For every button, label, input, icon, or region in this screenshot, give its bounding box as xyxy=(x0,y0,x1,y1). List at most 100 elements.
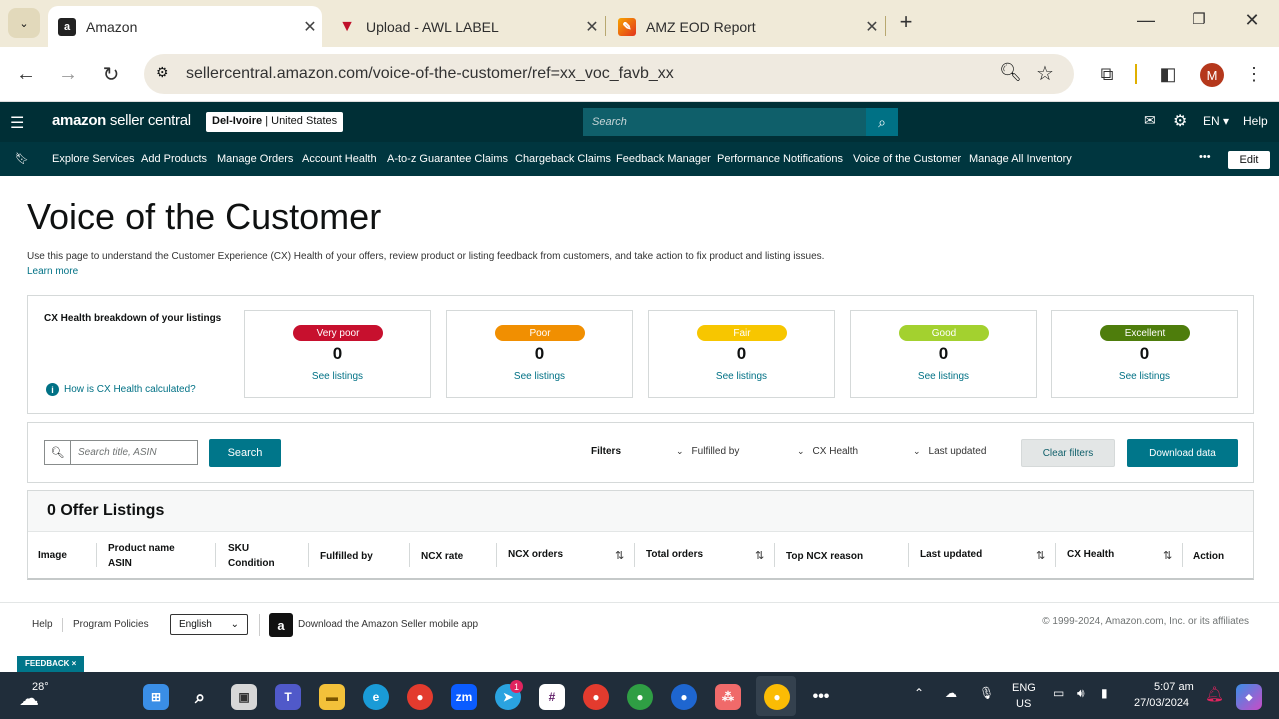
cx-health-title: CX Health breakdown of your listings xyxy=(44,313,222,324)
header-search-input[interactable]: Search xyxy=(583,108,866,136)
chevron-up-icon[interactable]: ⌃ xyxy=(914,686,924,700)
back-arrow-icon[interactable]: ← xyxy=(13,61,39,87)
sort-icon[interactable]: ⇅ xyxy=(1036,549,1045,562)
feedback-button[interactable]: FEEDBACK × xyxy=(17,656,85,672)
tab-amazon[interactable]: a Amazon ✕ xyxy=(48,6,322,47)
chrome-profile-icon[interactable]: ● xyxy=(671,684,697,710)
language-top[interactable]: ENG xyxy=(1012,682,1036,694)
sort-icon[interactable]: ⇅ xyxy=(755,549,764,562)
profile-avatar[interactable]: M xyxy=(1200,63,1224,87)
learn-more-link[interactable]: Learn more xyxy=(27,266,78,277)
task-view-icon[interactable]: ▣ xyxy=(231,684,257,710)
new-tab-button[interactable]: + xyxy=(891,9,921,35)
file-explorer-icon[interactable]: ▬ xyxy=(319,684,345,710)
bookmark-icon[interactable]: 🔖︎ xyxy=(15,152,29,165)
bookmark-star-icon[interactable]: ☆ xyxy=(1036,61,1054,86)
menu-kebab-icon[interactable]: ⋮ xyxy=(1241,61,1267,87)
tab-divider xyxy=(605,16,606,36)
program-policies-link[interactable]: Program Policies xyxy=(73,619,149,630)
footer-help-link[interactable]: Help xyxy=(32,619,53,630)
download-app-link[interactable]: Download the Amazon Seller mobile app xyxy=(298,619,478,630)
tab-search-chevron-icon[interactable]: ⌄ xyxy=(8,8,40,38)
cx-health-help-link[interactable]: i How is CX Health calculated? xyxy=(46,383,196,396)
teams-icon[interactable]: T xyxy=(275,684,301,710)
clock-date[interactable]: 27/03/2024 xyxy=(1134,697,1189,709)
fulfilled-by-filter[interactable]: ⌄ Fulfilled by xyxy=(676,446,739,457)
close-tab-icon[interactable]: ✕ xyxy=(860,17,884,37)
zoom-icon[interactable]: 🔍︎ xyxy=(999,62,1022,83)
chevron-down-icon: ⌄ xyxy=(230,619,239,630)
windows-start-icon[interactable]: ⊞ xyxy=(143,684,169,710)
edge-icon[interactable]: e xyxy=(363,684,389,710)
microphone-icon[interactable]: 🎙︎ xyxy=(979,686,994,700)
see-listings-link[interactable]: See listings xyxy=(447,371,632,382)
address-bar[interactable]: ⚙ sellercentral.amazon.com/voice-of-the-… xyxy=(144,54,1074,94)
clock-time[interactable]: 5:07 am xyxy=(1154,681,1194,693)
seller-central-logo[interactable]: amazon seller central xyxy=(52,112,191,129)
see-listings-link[interactable]: See listings xyxy=(851,371,1036,382)
clear-filters-button[interactable]: Clear filters xyxy=(1021,439,1115,467)
minimize-icon[interactable]: — xyxy=(1131,10,1161,31)
zoom-app-icon[interactable]: zm xyxy=(451,684,477,710)
chrome-icon[interactable]: ● xyxy=(407,684,433,710)
nav-manage-orders[interactable]: Manage Orders xyxy=(217,153,293,165)
chevron-down-icon: ⌄ xyxy=(797,446,805,456)
battery-icon[interactable]: ▮ xyxy=(1101,686,1108,700)
see-listings-link[interactable]: See listings xyxy=(245,371,430,382)
more-apps-icon[interactable]: ••• xyxy=(808,684,834,710)
mail-icon[interactable]: ✉ xyxy=(1144,112,1156,129)
slack-icon[interactable]: # xyxy=(539,684,565,710)
notification-bell-icon[interactable]: 🔔︎ xyxy=(1205,685,1224,703)
tab-awl-label[interactable]: ▼ Upload - AWL LABEL ✕ xyxy=(328,6,604,47)
see-listings-link[interactable]: See listings xyxy=(649,371,834,382)
hamburger-menu-icon[interactable]: ☰ xyxy=(10,113,24,133)
cloud-icon[interactable]: ☁ xyxy=(945,686,957,700)
chrome-profile-icon[interactable]: ● xyxy=(627,684,653,710)
nav-voice-of-customer[interactable]: Voice of the Customer xyxy=(853,153,961,165)
nav-chargeback-claims[interactable]: Chargeback Claims xyxy=(515,153,611,165)
extensions-icon[interactable]: ⧉ xyxy=(1094,61,1120,87)
nav-add-products[interactable]: Add Products xyxy=(141,153,207,165)
nav-manage-inventory[interactable]: Manage All Inventory xyxy=(969,153,1072,165)
close-window-icon[interactable]: ✕ xyxy=(1237,10,1267,31)
search-button[interactable]: Search xyxy=(209,439,281,467)
close-tab-icon[interactable]: ✕ xyxy=(298,17,322,37)
copilot-icon[interactable]: ◆ xyxy=(1236,684,1262,710)
tab-amz-eod-report[interactable]: ✎ AMZ EOD Report ✕ xyxy=(608,6,884,47)
nav-explore-services[interactable]: Explore Services xyxy=(52,153,135,165)
url-text[interactable]: sellercentral.amazon.com/voice-of-the-cu… xyxy=(186,65,1074,83)
more-icon[interactable]: ••• xyxy=(1199,151,1211,163)
edit-nav-button[interactable]: Edit xyxy=(1228,151,1270,169)
sort-icon[interactable]: ⇅ xyxy=(1163,549,1172,562)
see-listings-link[interactable]: See listings xyxy=(1052,371,1237,382)
cx-card-very-poor: Very poor 0 See listings xyxy=(244,310,431,398)
nav-account-health[interactable]: Account Health xyxy=(302,153,377,165)
nav-feedback-manager[interactable]: Feedback Manager xyxy=(616,153,711,165)
nav-performance-notifications[interactable]: Performance Notifications xyxy=(717,153,843,165)
cx-health-filter[interactable]: ⌄ CX Health xyxy=(797,446,858,457)
chrome-profile-icon[interactable]: ● xyxy=(583,684,609,710)
site-info-icon[interactable]: ⚙ xyxy=(156,64,169,81)
nav-atoz-claims[interactable]: A-to-z Guarantee Claims xyxy=(387,153,508,165)
help-link[interactable]: Help xyxy=(1243,114,1268,128)
gear-icon[interactable]: ⚙ xyxy=(1173,111,1187,131)
footer-language-select[interactable]: English ⌄ xyxy=(170,614,248,635)
close-tab-icon[interactable]: ✕ xyxy=(580,17,604,37)
restore-icon[interactable]: ❐ xyxy=(1184,10,1214,28)
side-panel-icon[interactable]: ◧ xyxy=(1155,61,1181,87)
download-data-button[interactable]: Download data xyxy=(1127,439,1238,467)
taskbar-search-icon[interactable]: ⌕ xyxy=(187,684,213,710)
search-icon[interactable]: ⌕ xyxy=(866,108,898,136)
sort-icon[interactable]: ⇅ xyxy=(615,549,624,562)
reload-icon[interactable]: ↻ xyxy=(98,61,124,87)
listing-search-input[interactable]: Search title, ASIN xyxy=(71,441,197,464)
speaker-icon[interactable]: 🔊︎ xyxy=(1077,686,1085,701)
last-updated-filter[interactable]: ⌄ Last updated xyxy=(913,446,986,457)
language-bottom[interactable]: US xyxy=(1016,698,1031,710)
language-selector[interactable]: EN ▾ xyxy=(1203,114,1229,128)
asana-icon[interactable]: ⁂ xyxy=(715,684,741,710)
store-selector[interactable]: Del-Ivoire | United States xyxy=(206,112,344,132)
chrome-active-icon[interactable]: ● xyxy=(764,684,790,710)
forward-arrow-icon[interactable]: → xyxy=(55,61,81,87)
display-icon[interactable]: ▭ xyxy=(1053,686,1064,700)
